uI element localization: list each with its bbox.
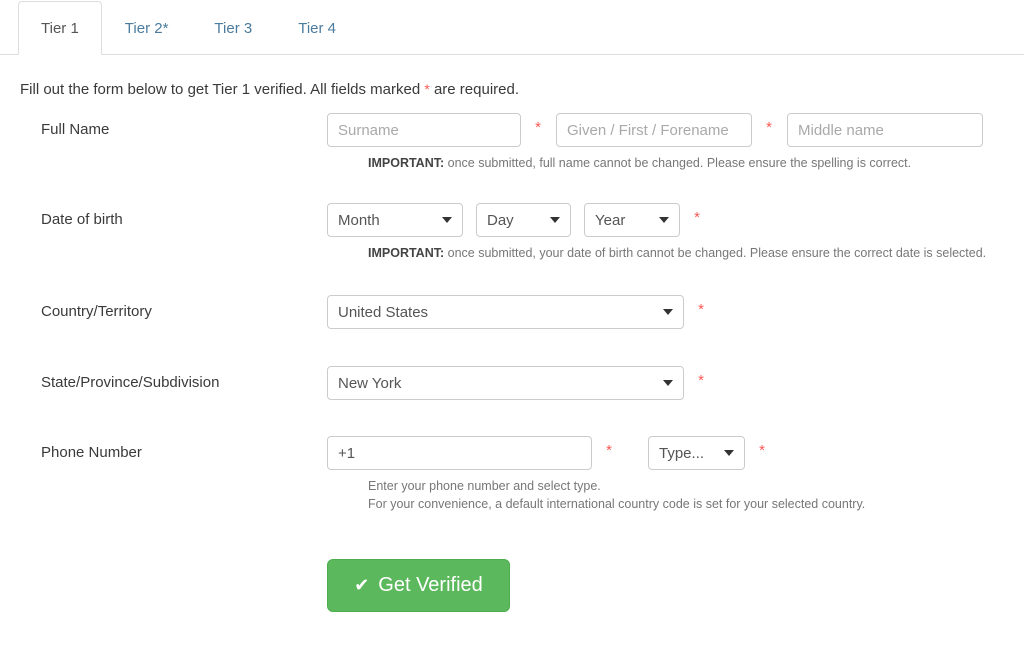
tier-tabs: Tier 1 Tier 2* Tier 3 Tier 4 bbox=[0, 0, 1024, 55]
dob-month-select[interactable]: Month bbox=[327, 203, 463, 238]
phone-type-select[interactable]: Type... bbox=[648, 436, 745, 471]
label-date-of-birth: Date of birth bbox=[41, 211, 123, 229]
tab-tier-1[interactable]: Tier 1 bbox=[18, 1, 102, 55]
tab-label: Tier 1 bbox=[41, 20, 79, 37]
help-text-full-name: IMPORTANT: once submitted, full name can… bbox=[41, 154, 1024, 172]
required-asterisk-phone-type: * bbox=[759, 441, 765, 459]
given-name-input[interactable] bbox=[556, 113, 752, 147]
label-phone-number: Phone Number bbox=[41, 444, 142, 462]
verification-form: Full Name * * IMPORTANT: once submitted,… bbox=[0, 113, 1024, 612]
required-asterisk-phone: * bbox=[606, 441, 612, 459]
tab-label: Tier 2* bbox=[124, 20, 169, 37]
surname-input[interactable] bbox=[327, 113, 521, 147]
help-body: once submitted, your date of birth canno… bbox=[444, 246, 987, 261]
required-asterisk-given-name: * bbox=[766, 118, 772, 136]
get-verified-button[interactable]: ✔ Get Verified bbox=[327, 558, 510, 612]
required-asterisk-surname: * bbox=[535, 118, 541, 136]
intro-text-after: are required. bbox=[429, 81, 520, 98]
required-asterisk-country: * bbox=[698, 300, 704, 318]
middle-name-input[interactable] bbox=[787, 113, 983, 147]
tab-tier-2[interactable]: Tier 2* bbox=[102, 1, 192, 55]
chevron-down-icon bbox=[442, 217, 452, 224]
chevron-down-icon bbox=[659, 217, 669, 224]
form-row-country: Country/Territory United States * bbox=[0, 295, 1024, 330]
label-state: State/Province/Subdivision bbox=[41, 374, 220, 392]
tab-tier-4[interactable]: Tier 4 bbox=[275, 1, 359, 55]
dob-day-select[interactable]: Day bbox=[476, 203, 571, 238]
chevron-down-icon bbox=[724, 450, 734, 457]
dob-day-value: Day bbox=[487, 211, 514, 229]
chevron-down-icon bbox=[550, 217, 560, 224]
help-body: once submitted, full name cannot be chan… bbox=[444, 156, 912, 170]
tab-label: Tier 3 bbox=[214, 20, 253, 37]
help-text-date-of-birth: IMPORTANT: once submitted, your date of … bbox=[41, 244, 1024, 262]
required-asterisk-date-of-birth: * bbox=[694, 208, 700, 226]
form-intro-text: Fill out the form below to get Tier 1 ve… bbox=[0, 55, 1024, 99]
phone-type-value: Type... bbox=[659, 444, 705, 462]
help-phone-line-2: For your convenience, a default internat… bbox=[368, 497, 866, 512]
dob-year-value: Year bbox=[595, 211, 626, 229]
chevron-down-icon bbox=[663, 380, 673, 387]
form-row-state: State/Province/Subdivision New York * bbox=[0, 366, 1024, 401]
country-value: United States bbox=[338, 303, 429, 321]
form-row-full-name: Full Name * * IMPORTANT: once submitted,… bbox=[0, 113, 1024, 172]
help-text-phone: Enter your phone number and select type.… bbox=[41, 477, 1024, 513]
form-row-phone: Phone Number * Type... * Enter your phon… bbox=[0, 436, 1024, 513]
tab-label: Tier 4 bbox=[298, 20, 337, 37]
dob-month-value: Month bbox=[338, 211, 380, 229]
country-select[interactable]: United States bbox=[327, 295, 684, 330]
label-full-name: Full Name bbox=[41, 121, 110, 138]
form-row-date-of-birth: Date of birth Month Day Year * IMPORTANT… bbox=[0, 203, 1024, 262]
phone-number-input[interactable] bbox=[327, 436, 592, 471]
help-phone-line-1: Enter your phone number and select type. bbox=[368, 479, 601, 494]
required-asterisk-state: * bbox=[698, 371, 704, 389]
help-important-label: IMPORTANT: bbox=[368, 156, 445, 170]
tab-tier-3[interactable]: Tier 3 bbox=[191, 1, 275, 55]
label-country: Country/Territory bbox=[41, 303, 152, 321]
dob-year-select[interactable]: Year bbox=[584, 203, 680, 238]
state-select[interactable]: New York bbox=[327, 366, 684, 401]
help-important-label: IMPORTANT: bbox=[368, 246, 445, 261]
chevron-down-icon bbox=[663, 309, 673, 316]
intro-text-before: Fill out the form below to get Tier 1 ve… bbox=[20, 81, 425, 98]
state-value: New York bbox=[338, 374, 402, 392]
check-icon: ✔ bbox=[354, 575, 370, 595]
submit-area: ✔ Get Verified bbox=[0, 558, 1024, 612]
get-verified-label: Get Verified bbox=[378, 573, 483, 596]
